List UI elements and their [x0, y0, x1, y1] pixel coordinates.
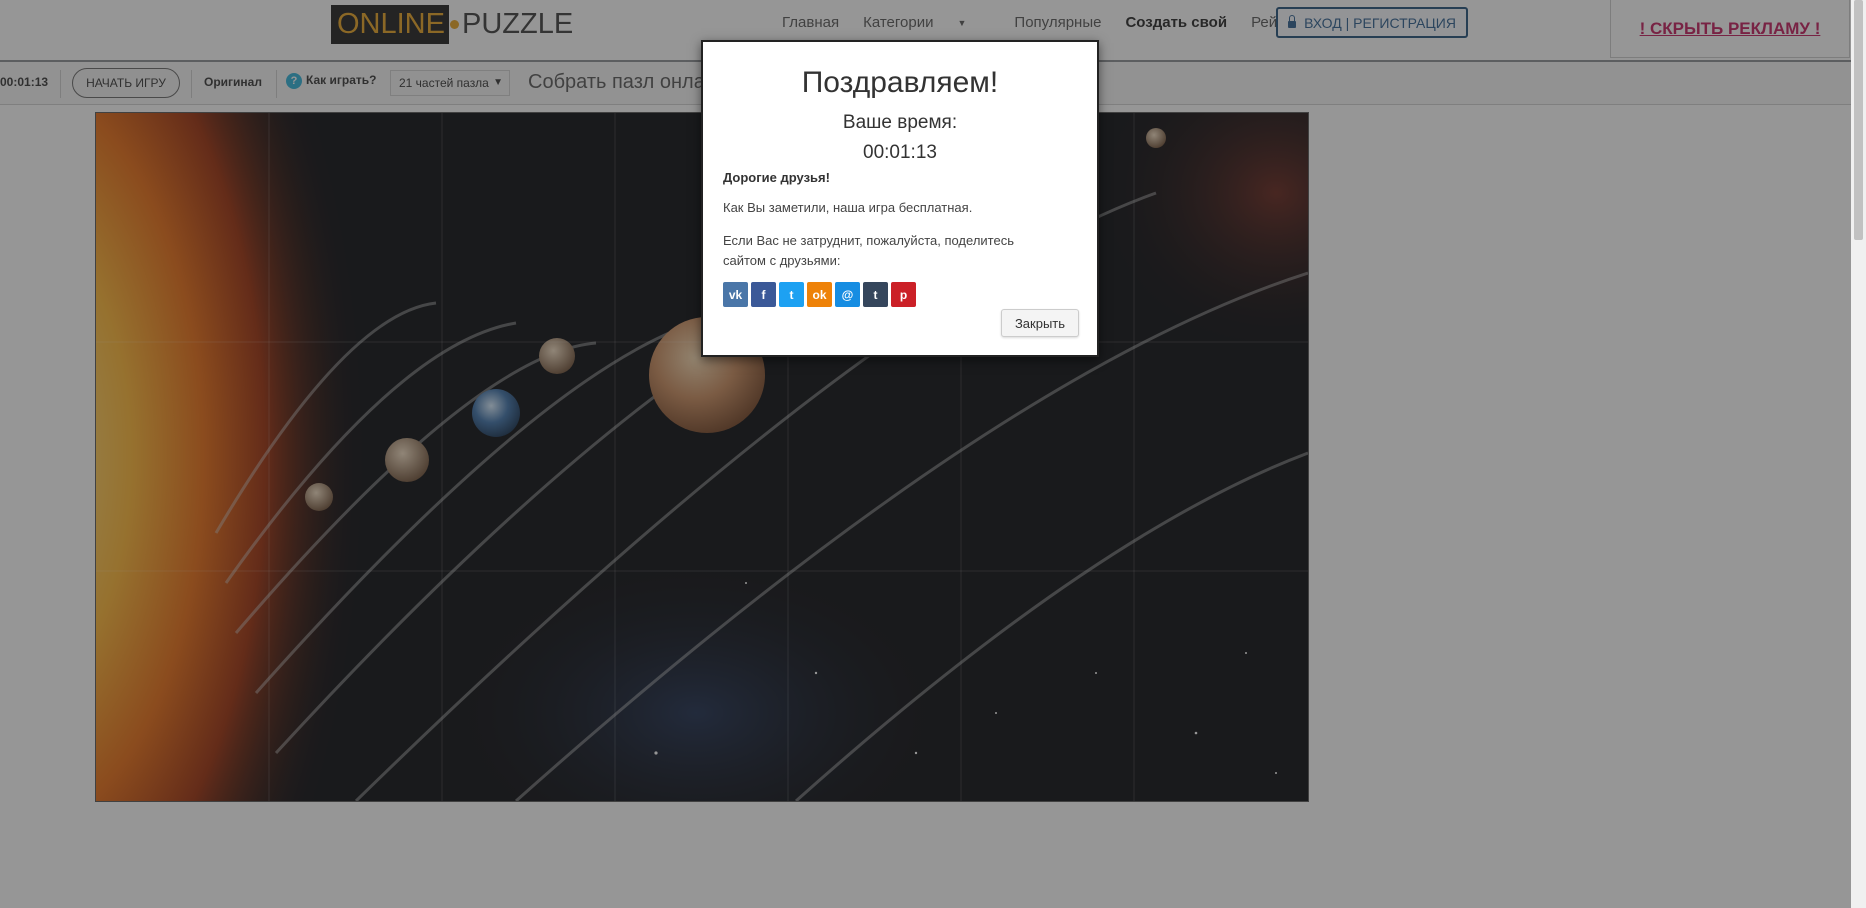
social-share-buttons: vk f t ok @ t p [723, 282, 919, 307]
modal-greeting: Дорогие друзья! [723, 170, 830, 185]
modal-subtitle: Ваше время: [842, 112, 958, 133]
vk-icon[interactable]: vk [723, 282, 748, 307]
congratulations-modal: Поздравляем! Ваше время: 00:01:13 Дороги… [701, 40, 1099, 357]
odnoklassniki-icon[interactable]: ok [807, 282, 832, 307]
page-scrollbar[interactable] [1851, 0, 1866, 908]
modal-paragraph-share: Если Вас не затруднит, пожалуйста, подел… [723, 233, 1014, 268]
modal-paragraph-free: Как Вы заметили, наша игра бесплатная. [723, 200, 973, 215]
twitter-icon[interactable]: t [779, 282, 804, 307]
tumblr-icon[interactable]: t [863, 282, 888, 307]
pinterest-icon[interactable]: p [891, 282, 916, 307]
modal-title: Поздравляем! [801, 66, 999, 99]
modal-time: 00:01:13 [863, 142, 937, 163]
moimir-icon[interactable]: @ [835, 282, 860, 307]
facebook-icon[interactable]: f [751, 282, 776, 307]
close-button[interactable]: Закрыть [1001, 309, 1079, 337]
scrollbar-thumb[interactable] [1854, 0, 1863, 240]
